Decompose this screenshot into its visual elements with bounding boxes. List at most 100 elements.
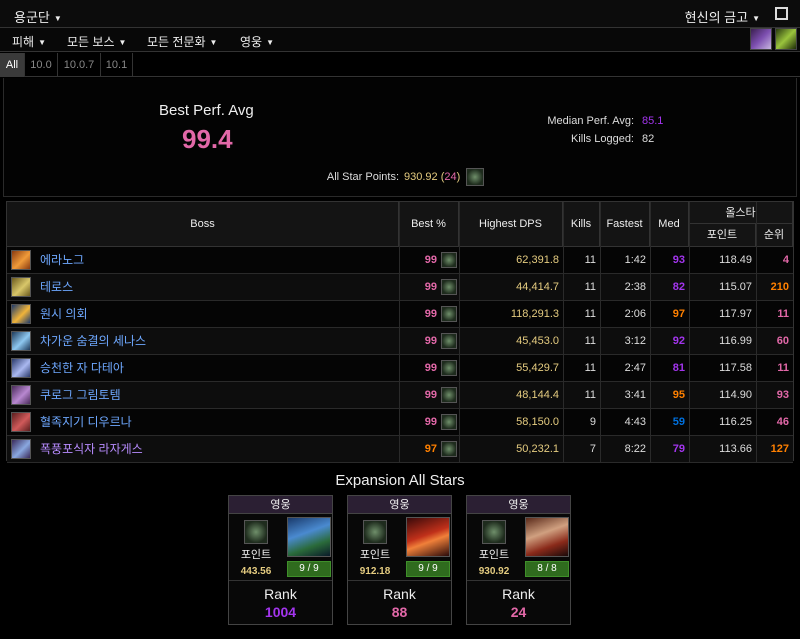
kills: 11 [584, 308, 596, 320]
fastest: 2:38 [624, 281, 646, 293]
tab-10-1[interactable]: 10.1 [101, 53, 133, 77]
spec-icon [441, 360, 457, 376]
spec-icon [441, 441, 457, 457]
raid-portrait-icon [525, 517, 569, 557]
column-divider [563, 202, 564, 462]
difficulty-dropdown[interactable]: 영웅 ▼ [240, 33, 274, 50]
spec-icon [482, 520, 506, 544]
allstar-points: 116.99 [719, 335, 752, 347]
card-points: 912.18 [359, 566, 391, 577]
fastest: 3:12 [624, 335, 646, 347]
column-divider [689, 202, 690, 462]
best-percent: 97 [424, 443, 437, 455]
col-boss[interactable]: Boss [7, 202, 399, 247]
column-divider [600, 202, 601, 462]
col-fastest[interactable]: Fastest [600, 202, 650, 247]
expansion-title: Expansion All Stars [335, 472, 465, 489]
best-percent: 99 [424, 308, 437, 320]
spec-icon [441, 306, 457, 322]
col-dps[interactable]: Highest DPS [459, 202, 563, 247]
table-row[interactable]: 원시 의회 99 118,291.3 11 2:06 97 117.97 11 [7, 301, 793, 328]
boss-name[interactable]: 폭풍포식자 라자게스 [40, 436, 143, 463]
boss-name[interactable]: 원시 의회 [40, 301, 88, 328]
median: 82 [672, 281, 685, 293]
col-rank[interactable]: 순위 [756, 224, 793, 247]
boss-portrait-icon [11, 277, 31, 297]
summary-panel: Best Perf. Avg 99.4 Median Perf. Avg: 85… [3, 78, 797, 197]
card-rank-label: Rank [383, 586, 416, 602]
card-title: 영웅 [467, 496, 570, 514]
table-row[interactable]: 쿠로그 그림토템 99 48,144.4 11 3:41 95 114.90 9… [7, 382, 793, 409]
table-row[interactable]: 차가운 숨결의 세나스 99 45,453.0 11 3:12 92 116.9… [7, 328, 793, 355]
chevron-down-icon: ▼ [38, 38, 47, 48]
metric-dropdown[interactable]: 피해 ▼ [12, 33, 46, 50]
maximize-icon[interactable] [775, 7, 788, 20]
spec-dropdown[interactable]: 모든 전문화 ▼ [147, 33, 217, 50]
card-rank: 24 [510, 604, 527, 620]
tab-10-0[interactable]: 10.0 [25, 53, 58, 77]
kills-label: Kills Logged: [571, 133, 634, 145]
card-title: 영웅 [229, 496, 332, 514]
all-star-card[interactable]: 영웅 포인트 912.18 9 / 9 Rank 88 [347, 495, 452, 625]
card-divider [348, 580, 451, 581]
kills: 11 [584, 389, 596, 401]
table-row[interactable]: 혈족지기 디우르나 99 58,150.0 9 4:43 59 116.25 4… [7, 409, 793, 436]
allstar-rank: 127 [770, 443, 789, 455]
raid-portrait-icon [287, 517, 331, 557]
column-divider [756, 202, 757, 462]
boss-name[interactable]: 쿠로그 그림토템 [40, 382, 121, 409]
tab-all[interactable]: All [0, 53, 25, 77]
card-rank-label: Rank [502, 586, 535, 602]
boss-name[interactable]: 차가운 숨결의 세나스 [40, 328, 146, 355]
boss-name[interactable]: 에라노그 [40, 247, 84, 274]
best-percent: 99 [424, 281, 437, 293]
table-row[interactable]: 폭풍포식자 라자게스 97 50,232.1 7 8:22 79 113.66 … [7, 436, 793, 463]
fastest: 2:47 [624, 362, 646, 374]
table-body: 에라노그 99 62,391.8 11 1:42 93 118.49 4 테로스… [7, 247, 793, 463]
zone-dropdown[interactable]: 용군단 ▼ [14, 7, 62, 26]
all-star-card[interactable]: 영웅 포인트 443.56 9 / 9 Rank 1004 [228, 495, 333, 625]
boss-portrait-icon [11, 385, 31, 405]
median: 81 [672, 362, 685, 374]
card-title: 영웅 [348, 496, 451, 514]
spec-icon [244, 520, 268, 544]
highest-dps: 45,453.0 [516, 335, 559, 347]
table-row[interactable]: 승천한 자 다테아 99 55,429.7 11 2:47 81 117.58 … [7, 355, 793, 382]
top-bar: 용군단 ▼ 현신의 금고 ▼ [0, 0, 800, 28]
table-row[interactable]: 에라노그 99 62,391.8 11 1:42 93 118.49 4 [7, 247, 793, 274]
all-star-card[interactable]: 영웅 포인트 930.92 8 / 8 Rank 24 [466, 495, 571, 625]
zone-label: 용군단 [14, 10, 50, 25]
allstar-points: 118.49 [719, 254, 752, 266]
table-row[interactable]: 테로스 99 44,414.7 11 2:38 82 115.07 210 [7, 274, 793, 301]
boss-name[interactable]: 혈족지기 디우르나 [40, 409, 132, 436]
boss-table: Boss Best % Highest DPS Kills Fastest Me… [6, 201, 794, 463]
boss-dropdown[interactable]: 모든 보스 ▼ [67, 33, 126, 50]
col-med[interactable]: Med [650, 202, 689, 247]
allstar-points: 117.97 [719, 308, 752, 320]
fastest: 3:41 [624, 389, 646, 401]
allstar-points: 113.66 [719, 443, 752, 455]
col-points[interactable]: 포인트 [689, 224, 756, 247]
key-icon[interactable] [775, 28, 797, 50]
median-value: 85.1 [642, 115, 664, 127]
allstar-rank: 11 [777, 362, 789, 374]
best-percent: 99 [424, 335, 437, 347]
boss-name[interactable]: 테로스 [40, 274, 73, 301]
raid-portrait-icon [406, 517, 450, 557]
raid-icon[interactable] [750, 28, 772, 50]
median: 92 [672, 335, 685, 347]
patch-tabs: All 10.0 10.0.7 10.1 [0, 53, 800, 77]
col-best[interactable]: Best % [399, 202, 459, 247]
spec-icon [441, 252, 457, 268]
raid-dropdown[interactable]: 현신의 금고 ▼ [685, 7, 760, 26]
column-divider [399, 202, 400, 462]
column-divider [459, 202, 460, 462]
card-points: 443.56 [240, 566, 272, 577]
kills: 11 [584, 281, 596, 293]
card-bosses-killed: 9 / 9 [406, 561, 450, 577]
boss-name[interactable]: 승천한 자 다테아 [40, 355, 124, 382]
allstar-rank: 60 [776, 335, 789, 347]
col-kills[interactable]: Kills [563, 202, 600, 247]
tab-10-0-7[interactable]: 10.0.7 [58, 53, 101, 77]
highest-dps: 118,291.3 [510, 308, 559, 320]
